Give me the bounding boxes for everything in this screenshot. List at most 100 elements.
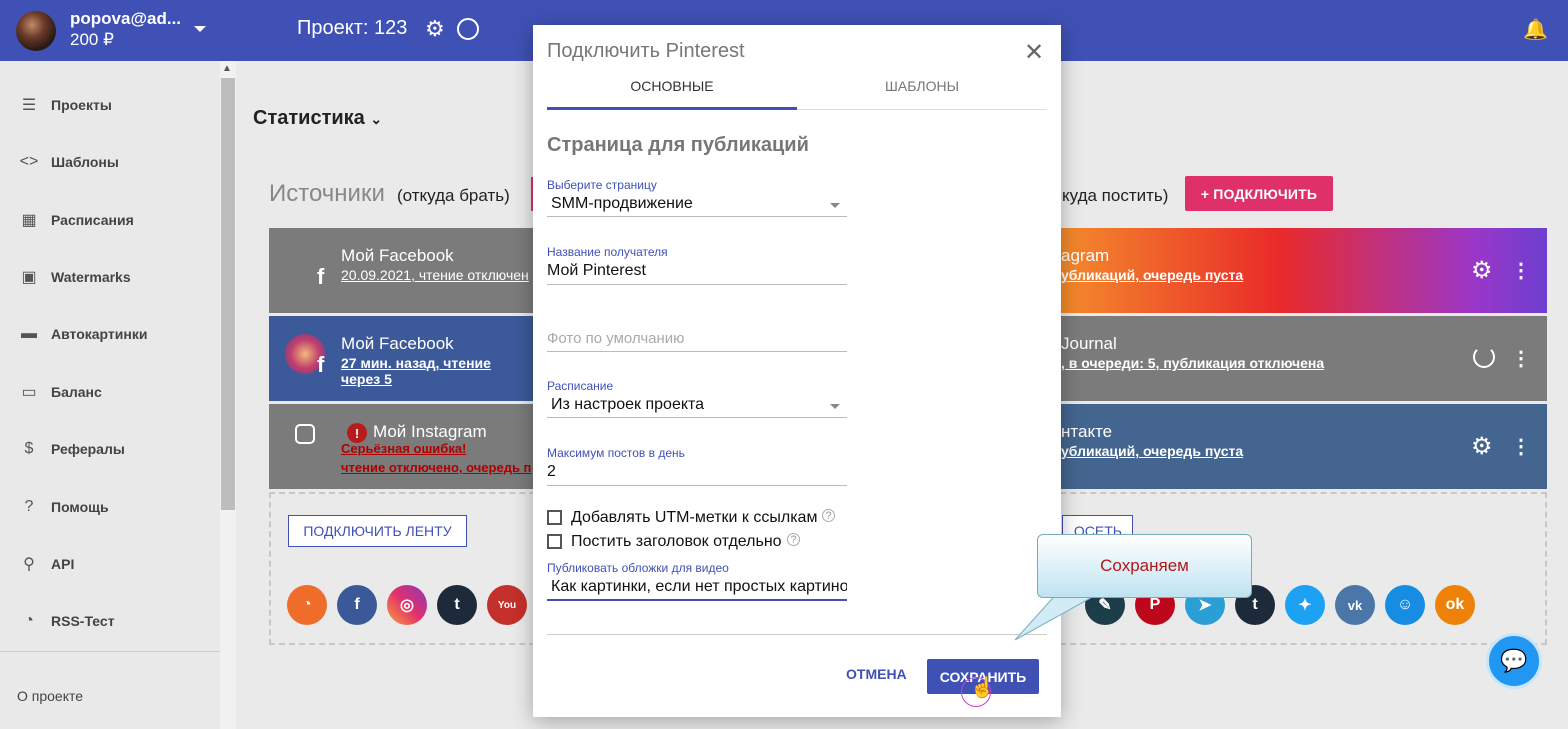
connect-pinterest-dialog xyxy=(533,25,1061,717)
dropdown-caret-icon[interactable] xyxy=(830,203,840,208)
odnoklassniki-icon[interactable]: ok xyxy=(1435,585,1475,625)
card-status-link[interactable]: убликаций, очередь пуста xyxy=(1061,267,1243,283)
target-card-vkontakte[interactable]: нтакте убликаций, очередь пуста ⚙ ⋮ xyxy=(1061,404,1547,489)
dropdown-caret-icon[interactable] xyxy=(830,404,840,409)
sidebar-item-label: API xyxy=(51,556,75,572)
more-vert-icon[interactable]: ⋮ xyxy=(1511,434,1531,459)
source-card-facebook-2[interactable]: f Мой Facebook 27 мин. назад, чтение чер… xyxy=(269,316,533,401)
callout: Сохраняем xyxy=(1037,534,1252,598)
sidebar-item-templates[interactable]: <> Шаблоны xyxy=(0,142,220,182)
page-select[interactable]: SMM-продвижение xyxy=(551,195,693,213)
help-icon: ? xyxy=(24,498,34,515)
vk-icon[interactable]: vk xyxy=(1335,585,1375,625)
sidebar-item-watermarks[interactable]: ▣ Watermarks xyxy=(0,257,220,297)
recipient-label: Название получателя xyxy=(547,245,668,259)
card-title: Мой Facebook xyxy=(341,334,454,353)
list-icon: ☰ xyxy=(21,97,37,114)
help-icon[interactable]: ? xyxy=(787,533,800,546)
close-icon[interactable]: ✕ xyxy=(1024,38,1044,67)
power-icon[interactable] xyxy=(1473,346,1495,368)
gear-icon[interactable]: ⚙ xyxy=(425,16,445,42)
smile-icon[interactable]: ☺ xyxy=(1385,585,1425,625)
help-icon[interactable]: ? xyxy=(822,509,835,522)
bell-icon[interactable]: 🔔 xyxy=(1523,17,1548,42)
picture-text-icon: ▬ xyxy=(21,325,37,342)
schedule-select[interactable]: Из настроек проекта xyxy=(551,396,704,414)
project-title: Проект: 123 xyxy=(297,17,408,39)
chat-button[interactable]: 💬 xyxy=(1486,633,1542,689)
sidebar-item-label: RSS-Тест xyxy=(51,613,115,629)
instagram-icon[interactable]: ◎ xyxy=(387,585,427,625)
sidebar-item-label: Рефералы xyxy=(51,441,125,457)
source-card-instagram[interactable]: ! Мой Instagram Серьёзная ошибка! чтение… xyxy=(269,404,533,489)
sidebar-item-api[interactable]: ⚲ API xyxy=(0,544,220,584)
sidebar-item-projects[interactable]: ☰ Проекты xyxy=(0,85,220,125)
sidebar-item-label: Шаблоны xyxy=(51,154,119,170)
source-card-facebook-1[interactable]: f Мой Facebook 20.09.2021, чтение отключ… xyxy=(269,228,533,313)
max-posts-input[interactable]: 2 xyxy=(547,463,556,481)
field-underline xyxy=(547,284,847,285)
avatar[interactable] xyxy=(16,11,56,51)
sidebar-item-help[interactable]: ? Помощь xyxy=(0,487,220,527)
twitter-icon[interactable]: ✦ xyxy=(1285,585,1325,625)
facebook-icon: f xyxy=(317,352,325,377)
cancel-button[interactable]: ОТМЕНА xyxy=(846,666,907,682)
youtube-icon[interactable]: You xyxy=(487,585,527,625)
gear-icon[interactable]: ⚙ xyxy=(1471,256,1493,285)
utm-checkbox-label[interactable]: Добавлять UTM-метки к ссылкам xyxy=(571,509,817,527)
video-cover-select[interactable]: Как картинки, если нет простых картино xyxy=(551,578,847,596)
instagram-icon xyxy=(295,424,315,444)
target-card-instagram[interactable]: agram убликаций, очередь пуста ⚙ ⋮ xyxy=(1061,228,1547,313)
gear-icon[interactable]: ⚙ xyxy=(1471,432,1493,461)
image-icon: ▣ xyxy=(21,269,37,286)
sidebar-item-about[interactable]: О проекте xyxy=(17,688,83,704)
facebook-icon: f xyxy=(317,264,325,289)
recipient-input[interactable]: Мой Pinterest xyxy=(547,262,646,280)
chevron-down-icon: ⌄ xyxy=(370,111,383,127)
field-underline-active xyxy=(547,599,847,601)
sidebar-item-label: Помощь xyxy=(51,499,109,515)
sidebar-item-label: Расписания xyxy=(51,212,134,228)
dialog-title: Подключить Pinterest xyxy=(547,40,745,62)
error-icon: ! xyxy=(347,423,367,443)
smile-icon[interactable] xyxy=(457,18,479,40)
card-error-link[interactable]: Серьёзная ошибка! xyxy=(341,441,466,456)
code-icon: <> xyxy=(19,153,39,170)
sidebar-item-schedules[interactable]: ▦ Расписания xyxy=(0,200,220,240)
rss-icon[interactable]: ◔ xyxy=(287,585,327,625)
target-card-livejournal[interactable]: Journal , в очереди: 5, публикация отклю… xyxy=(1061,316,1547,401)
facebook-icon[interactable]: f xyxy=(337,585,377,625)
sidebar-scroll-thumb[interactable] xyxy=(221,78,235,510)
sidebar-item-label: Проекты xyxy=(51,97,112,113)
connect-feed-button[interactable]: ПОДКЛЮЧИТЬ ЛЕНТУ xyxy=(288,515,467,547)
user-email[interactable]: popova@ad... xyxy=(70,9,181,29)
tab-templates[interactable]: ШАБЛОНЫ xyxy=(797,78,1047,94)
default-photo-input[interactable]: Фото по умолчанию xyxy=(547,330,684,347)
title-separately-checkbox[interactable] xyxy=(547,534,562,549)
schedule-label: Расписание xyxy=(547,379,614,393)
scroll-up-icon[interactable]: ▲ xyxy=(222,63,232,74)
field-underline xyxy=(547,417,847,418)
utm-checkbox[interactable] xyxy=(547,510,562,525)
tumblr-icon[interactable]: t xyxy=(437,585,477,625)
section-title: Страница для публикаций xyxy=(547,134,809,156)
divider xyxy=(0,651,220,652)
sidebar-item-referrals[interactable]: $ Рефералы xyxy=(0,429,220,469)
connect-button[interactable]: + ПОДКЛЮЧИТЬ xyxy=(1185,176,1333,211)
sidebar-item-balance[interactable]: ▭ Баланс xyxy=(0,372,220,412)
card-title: нтакте xyxy=(1061,422,1113,441)
sidebar-item-autopictures[interactable]: ▬ Автокартинки xyxy=(0,314,220,354)
tab-basic[interactable]: ОСНОВНЫЕ xyxy=(547,78,797,94)
more-vert-icon[interactable]: ⋮ xyxy=(1511,258,1531,283)
sidebar-item-rss-test[interactable]: ◔ RSS-Тест xyxy=(0,601,220,641)
card-status-link[interactable]: чтение отключено, очередь п xyxy=(341,460,531,475)
card-status-link[interactable]: , в очереди: 5, публикация отключена xyxy=(1061,355,1324,371)
card-status-link[interactable]: 27 мин. назад, чтение через 5 xyxy=(341,355,533,387)
title-separately-label[interactable]: Постить заголовок отдельно xyxy=(571,533,782,551)
stats-dropdown[interactable]: Статистика ⌄ xyxy=(253,107,382,130)
card-status-link[interactable]: убликаций, очередь пуста xyxy=(1061,443,1243,459)
more-vert-icon[interactable]: ⋮ xyxy=(1511,346,1531,371)
chevron-down-icon[interactable] xyxy=(194,26,206,32)
chat-icon: 💬 xyxy=(1500,648,1528,673)
card-status-link[interactable]: 20.09.2021, чтение отключен xyxy=(341,267,529,283)
